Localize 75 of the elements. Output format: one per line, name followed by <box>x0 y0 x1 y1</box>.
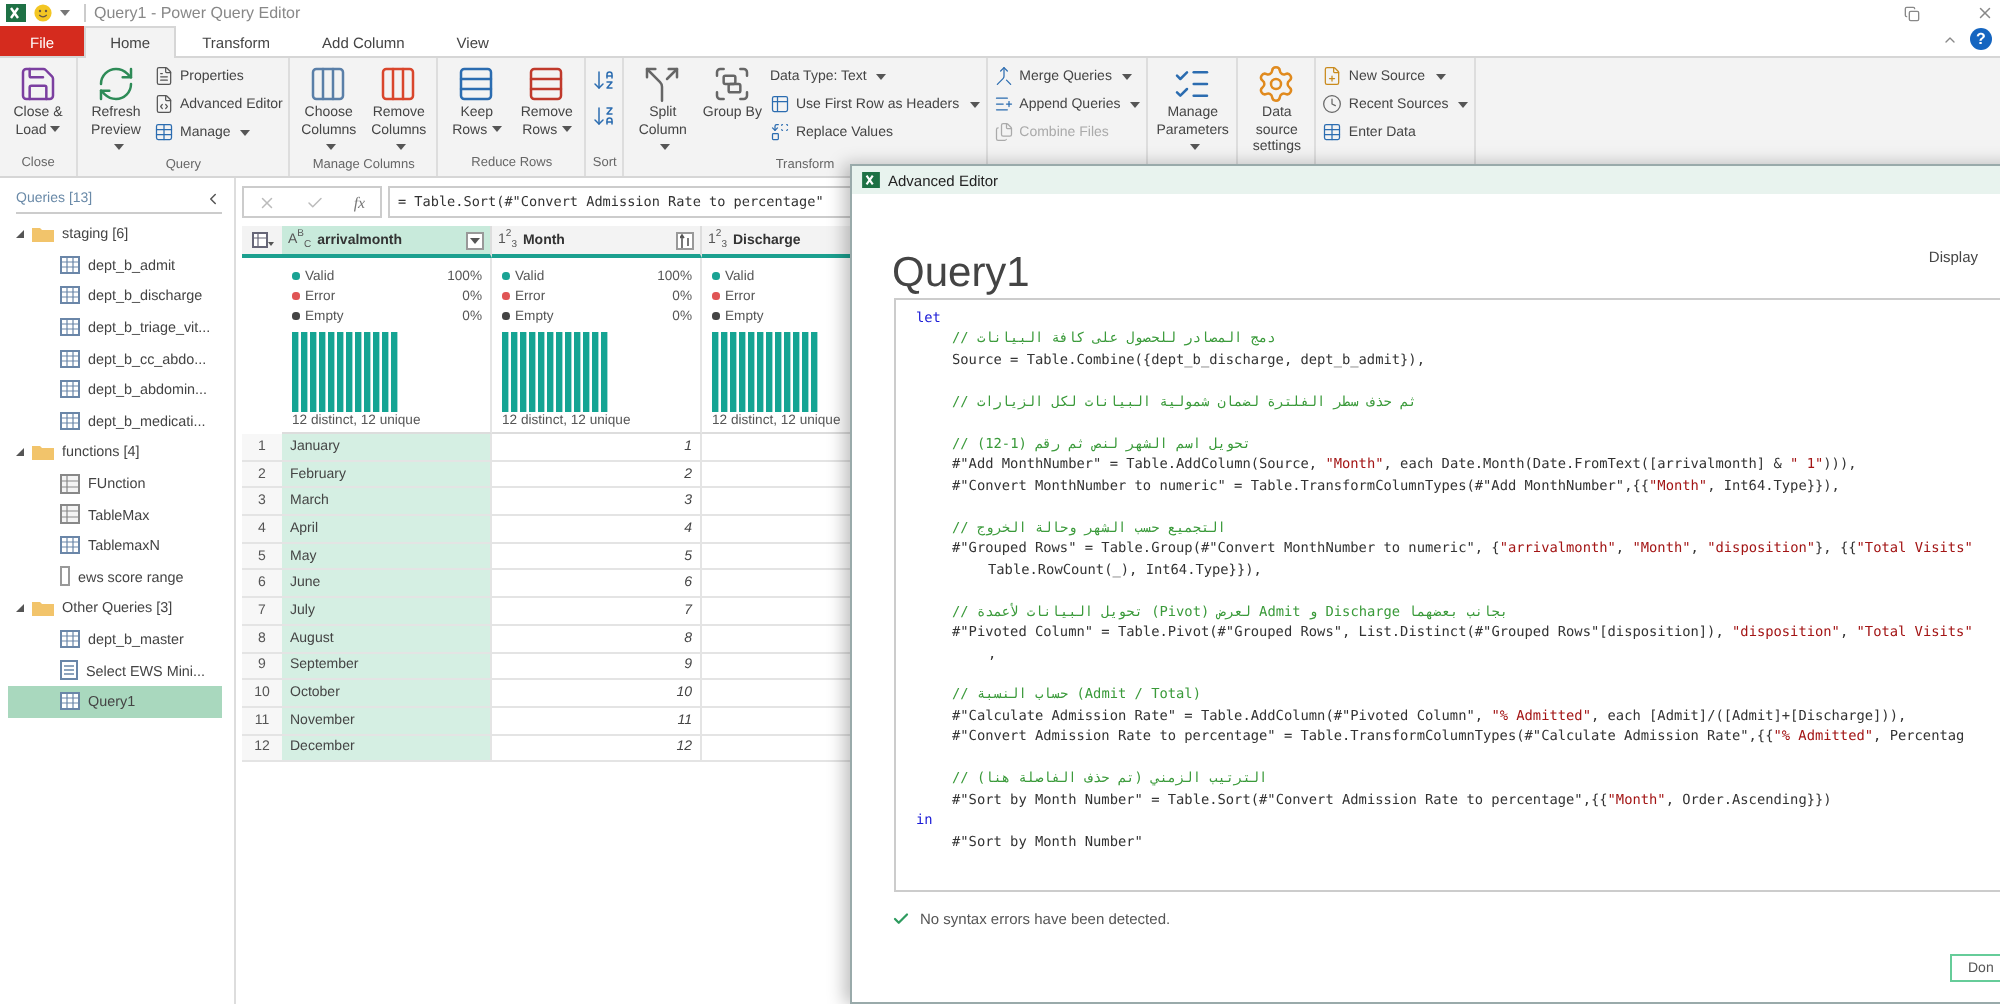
caret-icon <box>240 129 251 135</box>
caret-icon <box>1121 73 1132 79</box>
excel-logo-icon <box>6 4 26 22</box>
smiley-icon <box>34 4 52 22</box>
code-editor[interactable] <box>894 298 2000 892</box>
histogram-drawing <box>712 332 820 412</box>
caret-icon <box>1189 143 1200 150</box>
table-icon <box>60 349 80 368</box>
excel-logo-icon <box>862 172 880 188</box>
table-menu-icon[interactable] <box>251 232 273 248</box>
fx-label[interactable]: fx <box>353 193 366 211</box>
caret-icon <box>969 101 980 107</box>
table-icon <box>60 692 80 711</box>
rows-icon <box>456 64 497 104</box>
table-icon <box>60 380 80 399</box>
columns-icon <box>308 64 349 104</box>
code-file-icon <box>154 94 174 114</box>
window-title: Query1 - Power Query Editor <box>84 4 301 22</box>
restore-icon[interactable] <box>1904 5 1920 21</box>
caret-icon <box>50 126 61 133</box>
expand-triangle-icon <box>16 447 24 456</box>
table-icon <box>60 536 80 555</box>
filter-button[interactable] <box>466 231 484 249</box>
gear-icon <box>1256 64 1297 104</box>
table-icon <box>60 318 80 337</box>
new-file-icon <box>1322 66 1343 86</box>
sort-ascending-icon <box>679 233 691 247</box>
histogram-drawing <box>502 332 610 412</box>
save-icon <box>18 64 58 104</box>
expand-triangle-icon <box>16 603 24 612</box>
help-button[interactable]: ? <box>1970 28 1992 50</box>
table-icon <box>154 122 174 142</box>
clock-icon <box>1322 94 1343 114</box>
folder-icon <box>32 443 54 460</box>
caret-icon <box>561 126 572 133</box>
caret-icon <box>1458 101 1469 107</box>
rows-icon <box>526 64 567 104</box>
merge-icon <box>993 66 1014 86</box>
table-icon <box>60 630 80 649</box>
caret-icon <box>1435 73 1446 79</box>
histogram-drawing <box>292 332 400 412</box>
split-icon <box>642 64 683 104</box>
function-table-icon <box>60 473 80 494</box>
columns-icon <box>378 64 419 104</box>
table-icon <box>1322 122 1343 142</box>
folder-icon <box>32 599 54 616</box>
table-icon <box>769 94 790 114</box>
folder-icon <box>32 225 54 242</box>
parameter-icon <box>60 566 70 587</box>
function-table-icon <box>60 504 80 525</box>
sort-button[interactable] <box>676 231 694 249</box>
group-icon <box>712 64 753 104</box>
close-icon[interactable] <box>1976 4 1994 22</box>
check-icon <box>892 910 910 928</box>
expand-triangle-icon <box>16 229 24 238</box>
caret-icon[interactable] <box>60 10 70 16</box>
caret-icon <box>395 143 406 150</box>
document-icon <box>154 66 174 86</box>
collapse-pane-icon[interactable] <box>204 190 222 208</box>
caret-icon <box>470 237 480 243</box>
table-icon <box>60 286 80 305</box>
append-icon <box>993 94 1014 114</box>
caret-icon <box>325 143 336 150</box>
caret-icon <box>876 73 887 79</box>
list-icon <box>60 660 78 681</box>
caret-icon <box>659 143 670 150</box>
refresh-icon <box>96 64 136 104</box>
table-icon <box>60 255 80 274</box>
sort-descending-icon <box>592 104 617 128</box>
files-icon <box>993 122 1014 142</box>
caret-icon <box>1130 101 1141 107</box>
sort-ascending-icon <box>592 68 617 92</box>
table-icon <box>60 411 80 430</box>
caret-icon <box>113 143 123 150</box>
caret-icon <box>491 126 502 133</box>
